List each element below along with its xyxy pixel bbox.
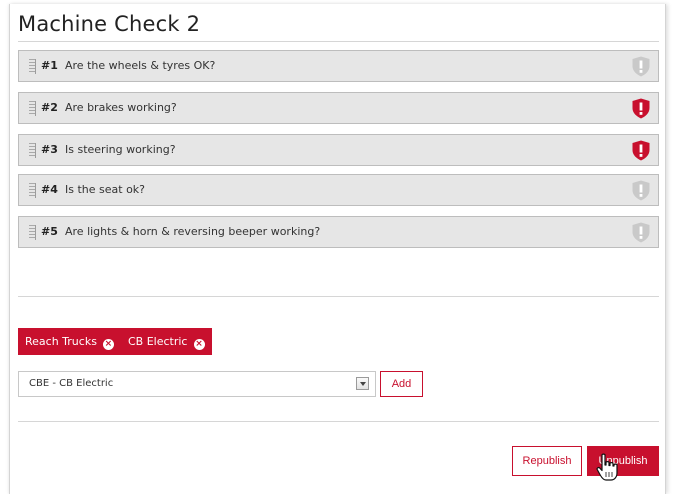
tag-label: CB Electric xyxy=(128,335,188,348)
remove-tag-icon[interactable]: × xyxy=(193,339,205,350)
add-button[interactable]: Add xyxy=(380,371,423,397)
question-text: Is steering working? xyxy=(65,143,176,156)
question-row-3[interactable]: #3 Is steering working? xyxy=(18,134,659,166)
tag-reach-trucks: Reach Trucks × xyxy=(18,328,121,355)
question-row-2[interactable]: #2 Are brakes working? xyxy=(18,92,659,124)
section-divider xyxy=(18,296,659,297)
section-divider xyxy=(18,421,659,422)
shield-icon[interactable] xyxy=(632,56,650,77)
shield-icon[interactable] xyxy=(632,180,650,201)
shield-icon[interactable] xyxy=(632,222,650,243)
machine-type-select[interactable]: CBE - CB Electric xyxy=(18,371,376,397)
question-row-5[interactable]: #5 Are lights & horn & reversing beeper … xyxy=(18,216,659,248)
tag-label: Reach Trucks xyxy=(25,335,97,348)
drag-handle-icon[interactable] xyxy=(29,183,36,198)
question-number: #1 xyxy=(41,59,58,72)
question-text: Are the wheels & tyres OK? xyxy=(65,59,216,72)
question-row-4[interactable]: #4 Is the seat ok? xyxy=(18,174,659,206)
drag-handle-icon[interactable] xyxy=(29,143,36,158)
drag-handle-icon[interactable] xyxy=(29,225,36,240)
title-divider xyxy=(18,41,659,42)
question-text: Are brakes working? xyxy=(65,101,177,114)
question-number: #3 xyxy=(41,143,58,156)
drag-handle-icon[interactable] xyxy=(29,101,36,116)
page-title: Machine Check 2 xyxy=(18,12,201,36)
chevron-down-icon[interactable] xyxy=(356,377,369,390)
question-number: #2 xyxy=(41,101,58,114)
question-text: Are lights & horn & reversing beeper wor… xyxy=(65,225,321,238)
question-number: #5 xyxy=(41,225,58,238)
hand-cursor-icon xyxy=(596,453,618,481)
tag-cb-electric: CB Electric × xyxy=(121,328,212,355)
question-number: #4 xyxy=(41,183,58,196)
republish-button[interactable]: Republish xyxy=(512,446,582,476)
select-value: CBE - CB Electric xyxy=(29,378,114,389)
shield-critical-icon[interactable] xyxy=(632,98,650,119)
shield-critical-icon[interactable] xyxy=(632,140,650,161)
question-row-1[interactable]: #1 Are the wheels & tyres OK? xyxy=(18,50,659,82)
drag-handle-icon[interactable] xyxy=(29,59,36,74)
remove-tag-icon[interactable]: × xyxy=(102,339,114,350)
question-text: Is the seat ok? xyxy=(65,183,146,196)
machine-check-panel: Machine Check 2 #1 Are the wheels & tyre… xyxy=(9,4,666,494)
